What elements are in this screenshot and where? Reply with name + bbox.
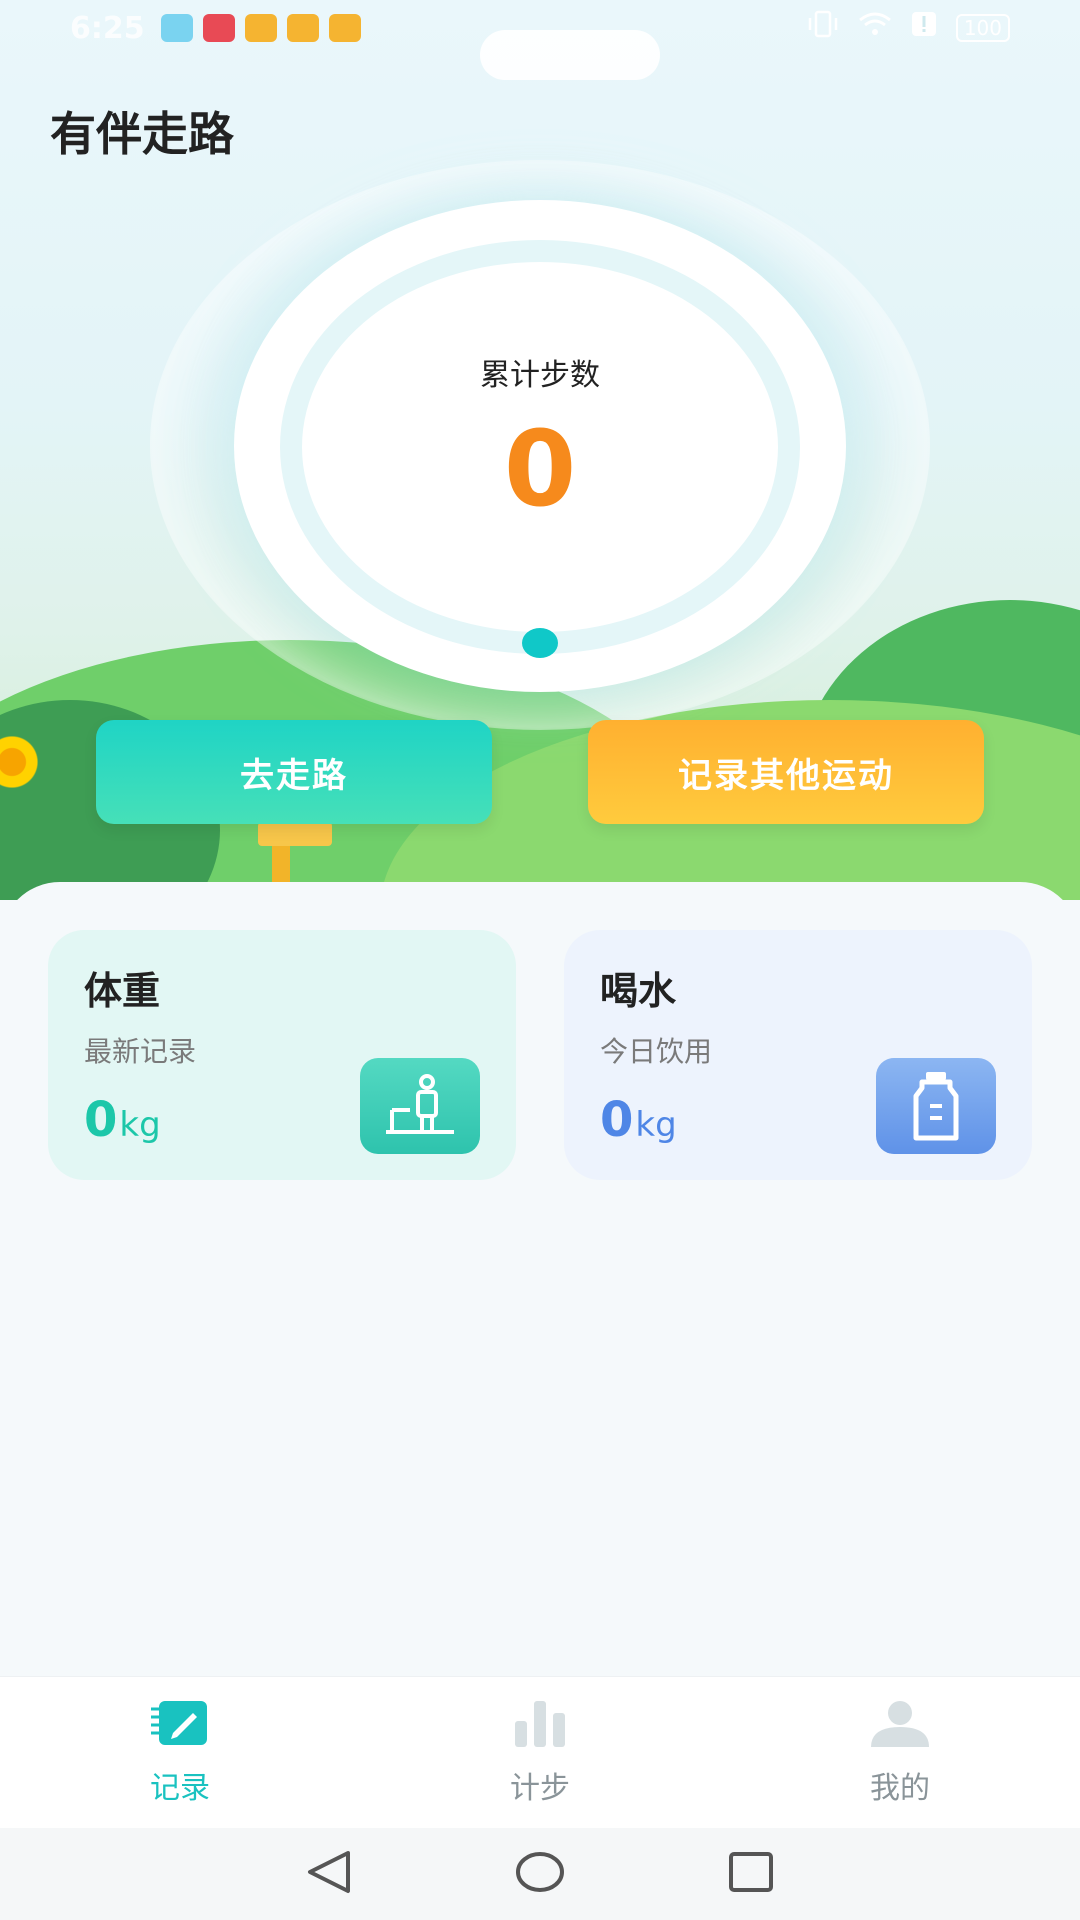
water-value: 0kg — [600, 1092, 677, 1148]
water-unit: kg — [635, 1105, 677, 1145]
weight-unit: kg — [119, 1105, 161, 1145]
recents-icon[interactable] — [726, 1849, 776, 1899]
water-card-title: 喝水 — [600, 969, 677, 1013]
weibo-notification-icon — [244, 14, 277, 42]
tab-record[interactable]: 记录 — [0, 1677, 360, 1828]
bar-chart-icon — [509, 1699, 571, 1753]
back-icon[interactable] — [304, 1849, 354, 1899]
weight-card-subtitle: 最新记录 — [84, 1035, 197, 1068]
system-nav-bar — [0, 1828, 1080, 1920]
battery-indicator: 100 — [955, 14, 1010, 42]
profile-icon — [869, 1699, 931, 1753]
tab-steps[interactable]: 计步 — [360, 1677, 720, 1828]
steps-value: 0 — [503, 408, 577, 530]
status-right-group: 100 — [806, 10, 1010, 46]
weibo-notification-icon — [286, 14, 319, 42]
home-icon[interactable] — [514, 1849, 566, 1899]
notification-app-icon — [202, 14, 235, 42]
weibo-notification-icon — [328, 14, 361, 42]
step-progress-dot — [522, 628, 558, 658]
record-icon — [149, 1699, 211, 1753]
water-number: 0 — [600, 1092, 634, 1148]
bottom-tab-bar: 记录 计步 我的 — [0, 1676, 1080, 1828]
record-other-sport-button[interactable]: 记录其他运动 — [588, 720, 984, 824]
water-card[interactable]: 喝水 今日饮用 0kg — [564, 930, 1032, 1180]
go-walk-button[interactable]: 去走路 — [96, 720, 492, 824]
wifi-icon — [858, 10, 892, 46]
status-time: 6:25 — [70, 10, 145, 46]
status-bar: 6:25 100 — [0, 0, 1080, 56]
steps-label: 累计步数 — [480, 358, 600, 393]
app-title: 有伴走路 — [50, 107, 234, 161]
notification-app-icon — [160, 14, 193, 42]
tab-steps-label: 计步 — [510, 1770, 570, 1806]
scale-person-icon — [360, 1058, 480, 1154]
tab-record-label: 记录 — [150, 1770, 210, 1806]
signboard-decoration — [258, 822, 332, 846]
weight-card[interactable]: 体重 最新记录 0kg — [48, 930, 516, 1180]
weight-card-title: 体重 — [84, 969, 161, 1013]
water-card-subtitle: 今日饮用 — [600, 1035, 713, 1068]
tab-profile[interactable]: 我的 — [720, 1677, 1080, 1828]
alert-icon — [910, 10, 938, 46]
vibrate-icon — [806, 10, 840, 46]
water-bottle-icon — [876, 1058, 996, 1154]
tab-profile-label: 我的 — [870, 1770, 930, 1806]
weight-value: 0kg — [84, 1092, 161, 1148]
weight-number: 0 — [84, 1092, 118, 1148]
